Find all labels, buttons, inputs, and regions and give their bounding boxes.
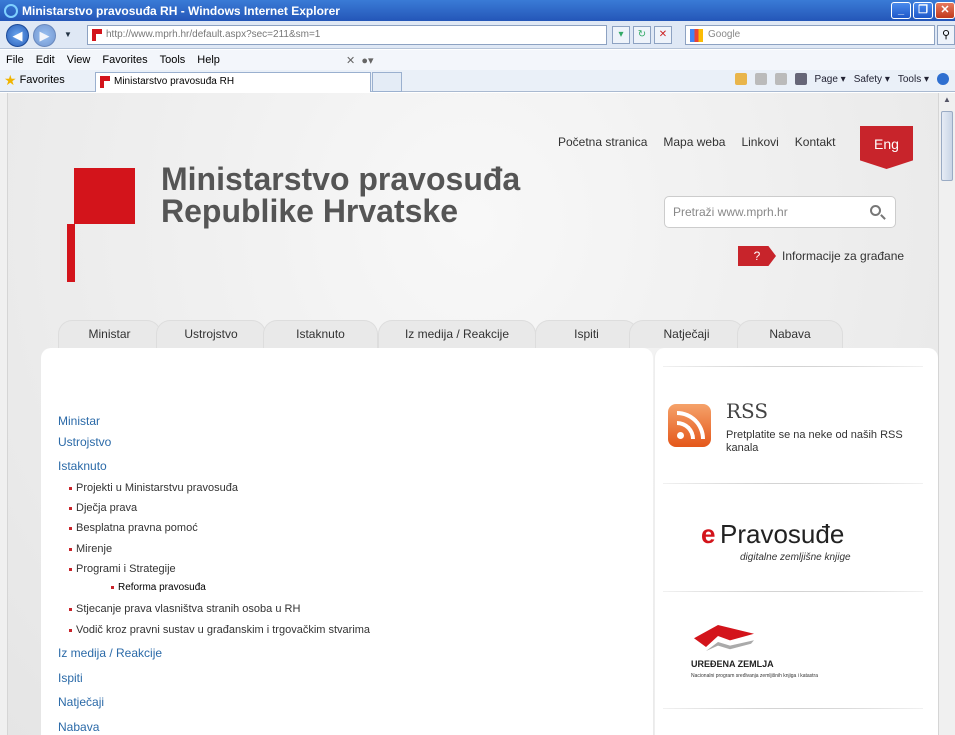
sidebar-divider xyxy=(663,591,923,592)
menu-bar: File Edit View Favorites Tools Help ✕ ●▾ xyxy=(0,50,955,70)
page-viewport: Početna stranica Mapa weba Linkovi Konta… xyxy=(8,93,938,735)
menu-ustrojstvo[interactable]: Ustrojstvo xyxy=(58,435,111,449)
address-text: http://www.mprh.hr/default.aspx?sec=211&… xyxy=(106,29,321,40)
submenu-stjecanje[interactable]: Stjecanje prava vlasništva stranih osoba… xyxy=(68,603,300,615)
top-links: Početna stranica Mapa weba Linkovi Konta… xyxy=(558,135,836,149)
safety-menu[interactable]: Safety ▾ xyxy=(854,74,890,85)
search-icon[interactable] xyxy=(870,205,881,216)
submenu-programi[interactable]: Programi i Strategije xyxy=(69,563,176,575)
close-button[interactable]: ✕ xyxy=(935,2,955,19)
print-icon[interactable] xyxy=(794,73,807,85)
tab-nabava[interactable]: Nabava xyxy=(737,320,843,348)
scroll-up-icon[interactable]: ▲ xyxy=(941,95,953,107)
address-bar[interactable]: http://www.mprh.hr/default.aspx?sec=211&… xyxy=(87,25,607,45)
address-dropdown-icon[interactable]: ▾ xyxy=(612,26,630,44)
minimize-button[interactable]: _ xyxy=(891,2,911,19)
google-icon xyxy=(690,29,703,42)
tab-ispiti[interactable]: Ispiti xyxy=(535,320,638,348)
menu-nabava[interactable]: Nabava xyxy=(58,720,99,734)
menu-tools[interactable]: Tools xyxy=(154,54,192,66)
uredjena-zemlja-title[interactable]: UREĐENA ZEMLJA xyxy=(691,659,774,669)
link-linkovi[interactable]: Linkovi xyxy=(741,135,778,149)
uredjena-zemlja-subtitle: Nacionalni program sređivanja zemljišnih… xyxy=(691,673,819,679)
link-mapa-weba[interactable]: Mapa weba xyxy=(663,135,725,149)
submenu-mirenje[interactable]: Mirenje xyxy=(68,543,112,555)
forward-button[interactable]: ▶ xyxy=(33,24,56,47)
scroll-thumb[interactable] xyxy=(941,111,953,181)
tab-iz-medija[interactable]: Iz medija / Reakcije xyxy=(378,320,536,348)
citizens-info-link[interactable]: ? Informacije za građane xyxy=(738,246,904,266)
rss-title[interactable]: RSS xyxy=(726,399,768,423)
rss-description: Pretplatite se na neke od naših RSS kana… xyxy=(726,429,903,454)
menu-natjecaji[interactable]: Natječaji xyxy=(58,695,104,709)
favorites-bar: ★ Favorites Ministarstvo pravosuđa RH Pa… xyxy=(0,70,955,92)
ministry-logo-bar xyxy=(67,224,75,282)
home-icon[interactable] xyxy=(734,73,747,85)
menu-favorites[interactable]: Favorites xyxy=(96,54,153,66)
link-kontakt[interactable]: Kontakt xyxy=(795,135,836,149)
content-panel xyxy=(41,348,653,735)
ie-logo-icon xyxy=(4,3,18,18)
page-menu[interactable]: Page ▾ xyxy=(815,74,846,85)
menu-view[interactable]: View xyxy=(61,54,97,66)
menu-edit[interactable]: Edit xyxy=(30,54,61,66)
tab-istaknuto[interactable]: Istaknuto xyxy=(263,320,378,348)
rss-icon[interactable] xyxy=(668,404,711,447)
menu-file[interactable]: File xyxy=(0,54,30,66)
link-pocetna[interactable]: Početna stranica xyxy=(558,135,647,149)
tab-ministar[interactable]: Ministar xyxy=(58,320,161,348)
menu-iz-medija[interactable]: Iz medija / Reakcije xyxy=(58,646,162,660)
browser-search-button[interactable]: ⚲ xyxy=(937,25,955,45)
tools-menu[interactable]: Tools ▾ xyxy=(898,74,929,85)
favorites-button[interactable]: ★ Favorites xyxy=(4,73,65,87)
sidebar-divider xyxy=(663,366,923,367)
browser-search-input[interactable]: Google xyxy=(685,25,935,45)
submenu-projekti[interactable]: Projekti u Ministarstvu pravosuđa xyxy=(68,482,238,494)
stop-icon[interactable]: ✕ xyxy=(654,26,672,44)
history-dropdown-icon[interactable]: ▼ xyxy=(64,30,72,39)
vertical-scrollbar[interactable]: ▲ xyxy=(938,93,955,735)
window-title: Ministarstvo pravosuđa RH - Windows Inte… xyxy=(22,3,340,18)
sidebar-divider xyxy=(663,708,923,709)
submenu-djecja-prava[interactable]: Dječja prava xyxy=(68,502,137,514)
menu-help[interactable]: Help xyxy=(191,54,226,66)
address-row: ◀ ▶ ▼ http://www.mprh.hr/default.aspx?se… xyxy=(0,21,955,49)
ministry-logo[interactable] xyxy=(74,168,135,224)
english-language-button[interactable]: Eng xyxy=(860,126,913,169)
toolbar-extras[interactable]: ✕ ●▾ xyxy=(340,54,380,67)
site-title[interactable]: Ministarstvo pravosuđa Republike Hrvatsk… xyxy=(161,163,520,227)
refresh-icon[interactable]: ↻ xyxy=(633,26,651,44)
menu-istaknuto[interactable]: Istaknuto xyxy=(58,459,107,473)
mail-icon[interactable] xyxy=(774,73,787,85)
sidebar-divider xyxy=(663,483,923,484)
submenu-vodic[interactable]: Vodič kroz pravni sustav u građanskim i … xyxy=(68,624,370,636)
tab-ustrojstvo[interactable]: Ustrojstvo xyxy=(156,320,266,348)
epravosudje-subtitle: digitalne zemljišne knjige xyxy=(740,552,851,563)
help-icon[interactable] xyxy=(937,73,949,85)
maximize-button[interactable]: ❐ xyxy=(913,2,933,19)
site-search-input[interactable]: Pretraži www.mprh.hr xyxy=(664,196,896,228)
tab-natjecaji[interactable]: Natječaji xyxy=(629,320,744,348)
menu-ministar[interactable]: Ministar xyxy=(58,414,100,428)
epravosudje-title[interactable]: Pravosuđe xyxy=(720,521,844,547)
back-button[interactable]: ◀ xyxy=(6,24,29,47)
feeds-icon[interactable] xyxy=(754,73,767,85)
submenu-reforma[interactable]: Reforma pravosuđa xyxy=(111,582,206,593)
window-titlebar: Ministarstvo pravosuđa RH - Windows Inte… xyxy=(0,0,955,21)
menu-ispiti[interactable]: Ispiti xyxy=(58,671,83,685)
command-bar: Page ▾ Safety ▾ Tools ▾ xyxy=(734,73,949,85)
star-icon: ★ xyxy=(4,72,17,88)
question-badge-icon: ? xyxy=(738,246,776,266)
new-tab-button[interactable] xyxy=(372,72,402,92)
submenu-besplatna-pomoc[interactable]: Besplatna pravna pomoć xyxy=(69,522,198,534)
browser-tab[interactable]: Ministarstvo pravosuđa RH xyxy=(95,72,371,92)
